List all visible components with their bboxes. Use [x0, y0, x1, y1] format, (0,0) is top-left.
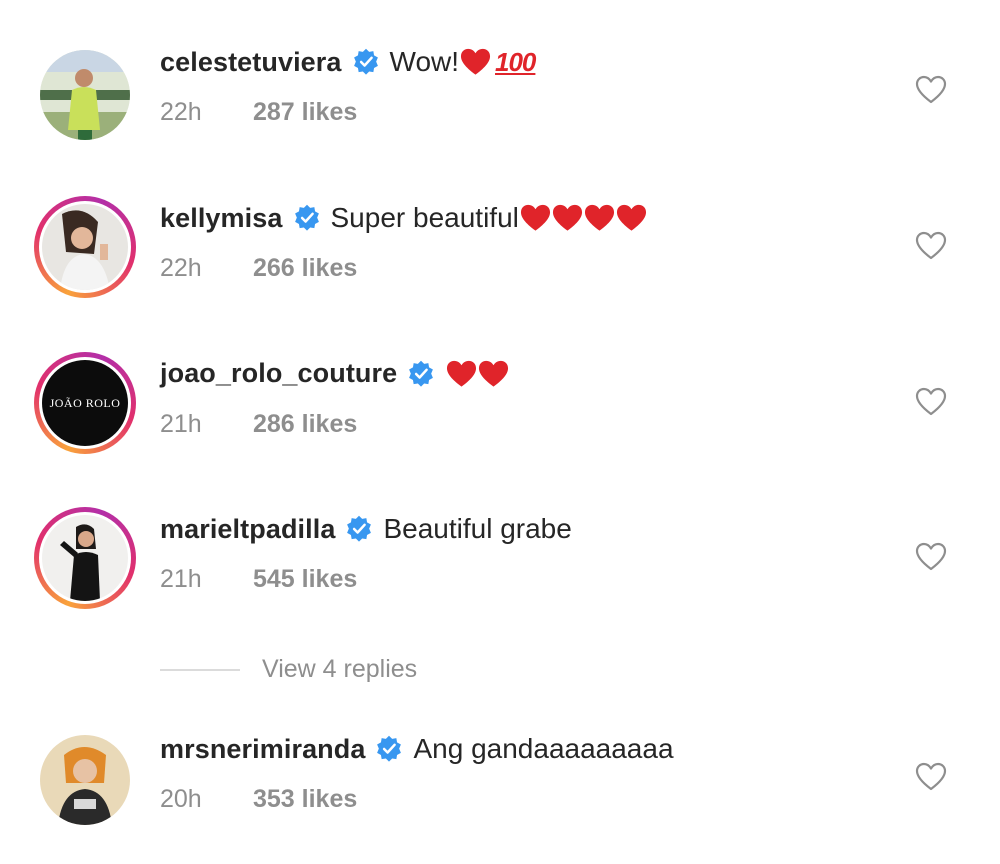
verified-badge-icon	[294, 204, 319, 231]
view-replies-button[interactable]: View 4 replies	[160, 655, 417, 684]
comment-likes[interactable]: 286 likes	[253, 410, 357, 439]
verified-badge-icon	[377, 735, 402, 762]
comment-time: 21h	[160, 410, 202, 438]
comment-time: 22h	[160, 98, 202, 126]
avatar-photo	[42, 515, 128, 601]
avatar-photo	[42, 204, 128, 290]
comment-likes[interactable]: 287 likes	[253, 98, 357, 127]
verified-badge-icon	[409, 360, 434, 387]
comment-likes[interactable]: 266 likes	[253, 254, 357, 283]
comment-username[interactable]: kellymisa	[160, 203, 283, 234]
avatar[interactable]: JOÃO ROLO	[34, 352, 136, 454]
comment-item: JOÃO ROLO joao_rolo_couture 21h 286 like…	[0, 312, 1000, 454]
verified-badge-icon	[353, 48, 378, 75]
comment-item: kellymisa Super beautiful 22h 266 likes	[0, 156, 1000, 298]
avatar[interactable]	[34, 507, 136, 609]
heart-emoji-icon	[584, 204, 614, 231]
comment-text: Beautiful grabe	[383, 513, 572, 544]
comment-text: Super beautiful	[330, 202, 519, 233]
hundred-emoji-icon: 100	[495, 46, 536, 77]
comment-item: celestetuviera Wow! 100 22h 287 likes	[0, 0, 1000, 140]
comment-item: mrsnerimiranda Ang gandaaaaaaaaa 20h 353…	[0, 687, 1000, 825]
like-heart-icon[interactable]	[915, 231, 947, 261]
avatar[interactable]	[34, 196, 136, 298]
comment-likes[interactable]: 353 likes	[253, 785, 357, 814]
comment-time: 22h	[160, 254, 202, 282]
view-replies-label: View 4 replies	[262, 655, 418, 683]
avatar[interactable]	[34, 729, 136, 831]
comment-text: Wow!	[389, 46, 460, 77]
comment-username[interactable]: mrsnerimiranda	[160, 734, 365, 765]
like-heart-icon[interactable]	[915, 762, 947, 792]
avatar-photo	[40, 50, 130, 140]
heart-emoji-icon	[460, 48, 491, 75]
avatar-logo-text: JOÃO ROLO	[49, 395, 121, 410]
comment-item: marieltpadilla Beautiful grabe 21h 545 l…	[0, 467, 1000, 609]
comment-time: 20h	[160, 785, 202, 813]
heart-emoji-icon	[447, 360, 477, 387]
comment-username[interactable]: celestetuviera	[160, 47, 342, 78]
comment-username[interactable]: joao_rolo_couture	[160, 358, 397, 389]
heart-emoji-icon	[552, 204, 582, 231]
heart-emoji-icon	[616, 204, 646, 231]
replies-divider	[160, 668, 240, 671]
avatar[interactable]	[34, 44, 136, 146]
comment-time: 21h	[160, 565, 202, 593]
verified-badge-icon	[347, 515, 372, 542]
comment-likes[interactable]: 545 likes	[253, 565, 357, 594]
comment-text: Ang gandaaaaaaaaa	[413, 733, 674, 764]
like-heart-icon[interactable]	[915, 542, 947, 572]
heart-emoji-icon	[479, 360, 509, 387]
comment-username[interactable]: marieltpadilla	[160, 514, 335, 545]
avatar-photo	[40, 735, 130, 825]
like-heart-icon[interactable]	[915, 75, 947, 105]
like-heart-icon[interactable]	[915, 387, 947, 417]
heart-emoji-icon	[520, 204, 550, 231]
